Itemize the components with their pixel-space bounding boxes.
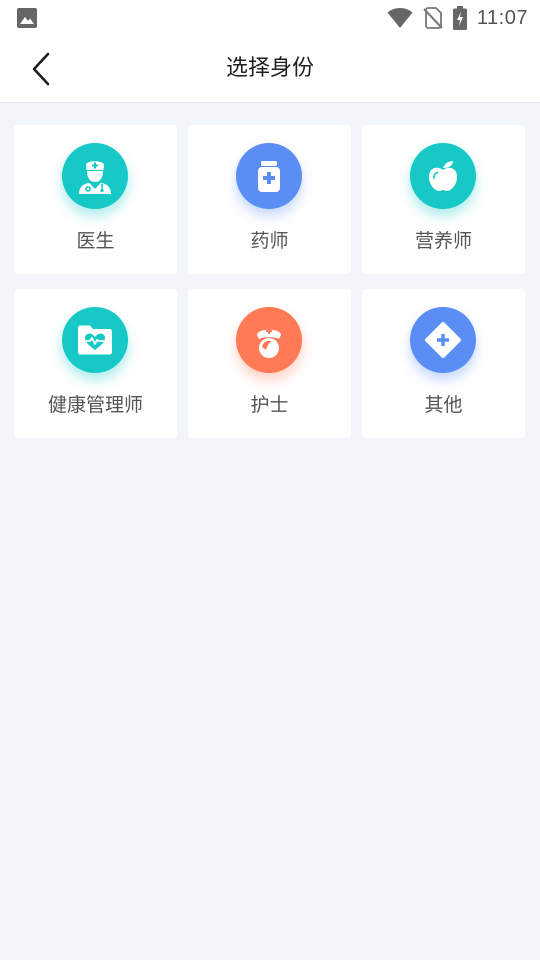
- header-bar: 选择身份: [0, 36, 540, 103]
- role-card-pharmacist[interactable]: 药师: [188, 125, 351, 274]
- role-card-nutritionist[interactable]: 营养师: [362, 125, 525, 274]
- apple-icon: [410, 143, 476, 209]
- status-time: 11:07: [476, 6, 528, 29]
- no-sim-icon: [423, 7, 443, 29]
- diamond-plus-icon: [410, 307, 476, 373]
- page-title: 选择身份: [225, 56, 314, 81]
- image-icon: [17, 8, 37, 28]
- role-grid: 医生 药师 营养师 健康管理师 护士 其他: [14, 125, 526, 438]
- role-label: 营养师: [414, 230, 472, 252]
- back-button[interactable]: [20, 48, 62, 90]
- nurse-icon: [236, 307, 302, 373]
- role-card-nurse[interactable]: 护士: [188, 289, 351, 438]
- role-card-health-manager[interactable]: 健康管理师: [14, 289, 177, 438]
- medicine-bottle-icon: [236, 143, 302, 209]
- role-card-other[interactable]: 其他: [362, 289, 525, 438]
- role-card-doctor[interactable]: 医生: [14, 125, 177, 274]
- role-label: 医生: [76, 230, 115, 252]
- role-label: 健康管理师: [47, 394, 143, 416]
- role-label: 护士: [250, 394, 289, 416]
- health-folder-icon: [62, 307, 128, 373]
- role-label: 其他: [424, 394, 463, 416]
- role-label: 药师: [250, 230, 289, 252]
- battery-charging-icon: [452, 6, 467, 30]
- doctor-icon: [62, 143, 128, 209]
- status-bar: 11:07: [0, 0, 540, 36]
- back-arrow-icon: [32, 52, 50, 86]
- status-icons: 11:07: [387, 6, 528, 30]
- wifi-icon: [387, 8, 413, 28]
